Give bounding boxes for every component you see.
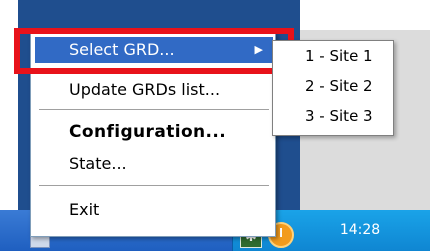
menu-item-label: Select GRD... [69, 40, 175, 59]
menu-item-configuration[interactable]: Configuration... [35, 119, 273, 145]
window-area-top [300, 0, 430, 30]
menu-item-label: Configuration... [69, 122, 227, 142]
menu-item-label: State... [69, 154, 127, 173]
submenu-item-site-1[interactable]: 1 - Site 1 [275, 43, 391, 69]
tray-context-menu: Select GRD... ▶ Update GRDs list... Conf… [30, 32, 276, 237]
menu-item-state[interactable]: State... [35, 151, 273, 177]
window-edge [0, 0, 18, 210]
menu-item-label: Exit [69, 200, 100, 219]
menu-item-exit[interactable]: Exit [35, 197, 273, 223]
tray-clock[interactable]: 14:28 [330, 222, 390, 238]
menu-item-label: Update GRDs list... [69, 80, 221, 99]
menu-separator [39, 109, 269, 110]
submenu-item-site-2[interactable]: 2 - Site 2 [275, 73, 391, 99]
submenu-arrow-icon: ▶ [254, 43, 263, 56]
select-grd-submenu: 1 - Site 1 2 - Site 2 3 - Site 3 [272, 40, 394, 136]
menu-item-select-grd[interactable]: Select GRD... ▶ [35, 37, 273, 63]
submenu-item-site-3[interactable]: 3 - Site 3 [275, 103, 391, 129]
menu-item-update-grds[interactable]: Update GRDs list... [35, 77, 273, 103]
menu-separator [39, 185, 269, 186]
